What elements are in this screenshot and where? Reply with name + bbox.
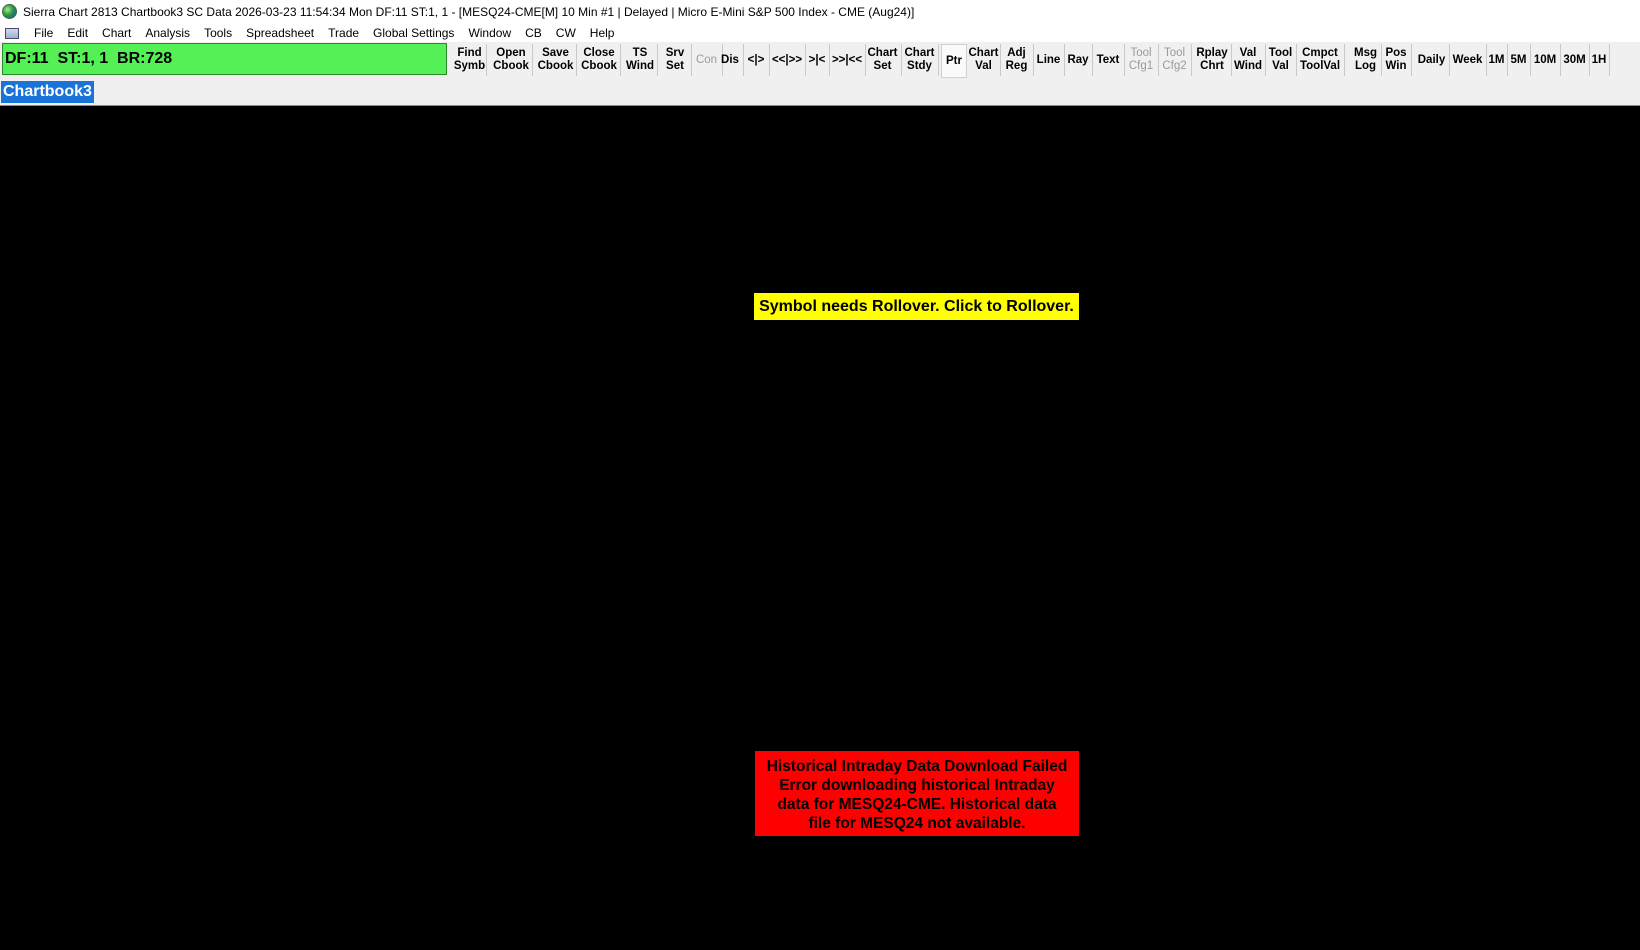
5-minute-button[interactable]: 5M — [1507, 44, 1531, 76]
1-hour-button[interactable]: 1H — [1589, 44, 1610, 76]
error-line: Historical Intraday Data Download Failed — [766, 758, 1068, 775]
tool-config2-button[interactable]: Tool Cfg2 — [1158, 44, 1192, 76]
menu-trade[interactable]: Trade — [321, 26, 366, 40]
chart-values-button[interactable]: Chart Val — [967, 44, 1001, 76]
ray-tool-button[interactable]: Ray — [1064, 44, 1093, 76]
save-chartbook-button[interactable]: Save Cbook — [535, 44, 577, 76]
pointer-tool-button[interactable]: Ptr — [941, 44, 967, 78]
close-chartbook-button[interactable]: Close Cbook — [578, 44, 621, 76]
error-line: Error downloading historical Intraday — [779, 777, 1055, 794]
menu-edit[interactable]: Edit — [60, 26, 95, 40]
status-readout: DF:11 ST:1, 1 BR:728 — [2, 43, 447, 75]
scroll-right-button[interactable]: >|< — [805, 44, 830, 76]
menu-chart[interactable]: Chart — [95, 26, 138, 40]
positions-window-button[interactable]: Pos Win — [1381, 44, 1412, 76]
replay-chart-button[interactable]: Rplay Chrt — [1193, 44, 1232, 76]
find-symbol-button[interactable]: Find Symb — [453, 44, 487, 76]
menu-spreadsheet[interactable]: Spreadsheet — [239, 26, 321, 40]
menu-cw[interactable]: CW — [549, 26, 583, 40]
message-log-button[interactable]: Msg Log — [1350, 44, 1382, 76]
expand-bars-button[interactable]: <<|>> — [769, 44, 806, 76]
error-line: file for MESQ24 not available. — [808, 815, 1026, 832]
time-sales-window-button[interactable]: TS Wind — [623, 44, 658, 76]
10-minute-button[interactable]: 10M — [1530, 44, 1561, 76]
chartbook-menu-icon[interactable] — [5, 27, 19, 39]
title-bar: Sierra Chart 2813 Chartbook3 SC Data 202… — [0, 0, 1640, 23]
chartbook-tab-row: Chartbook3 — [0, 78, 1640, 106]
weekly-timeframe-button[interactable]: Week — [1449, 44, 1487, 76]
menu-bar: File Edit Chart Analysis Tools Spreadshe… — [0, 23, 1640, 42]
daily-timeframe-button[interactable]: Daily — [1414, 44, 1450, 76]
tab-chartbook3[interactable]: Chartbook3 — [1, 81, 94, 103]
1-minute-button[interactable]: 1M — [1486, 44, 1508, 76]
menu-file[interactable]: File — [27, 26, 60, 40]
server-settings-button[interactable]: Srv Set — [659, 44, 692, 76]
menu-help[interactable]: Help — [583, 26, 622, 40]
rollover-banner[interactable]: Symbol needs Rollover. Click to Rollover… — [754, 293, 1079, 320]
scroll-center-button[interactable]: <|> — [743, 44, 770, 76]
download-error-message: Historical Intraday Data Download Failed… — [755, 751, 1079, 836]
chart-settings-button[interactable]: Chart Set — [864, 44, 902, 76]
menu-analysis[interactable]: Analysis — [138, 26, 197, 40]
menu-global-settings[interactable]: Global Settings — [366, 26, 461, 40]
control-bar: DF:11 ST:1, 1 BR:728 Find Symb Open Cbook… — [0, 42, 1640, 78]
menu-cb[interactable]: CB — [518, 26, 549, 40]
window-title: Sierra Chart 2813 Chartbook3 SC Data 202… — [23, 4, 915, 19]
open-chartbook-button[interactable]: Open Cbook — [490, 44, 533, 76]
text-tool-button[interactable]: Text — [1092, 44, 1125, 76]
tool-values-button[interactable]: Tool Val — [1265, 44, 1297, 76]
line-tool-button[interactable]: Line — [1033, 44, 1065, 76]
sierra-chart-globe-icon — [2, 4, 17, 19]
30-minute-button[interactable]: 30M — [1560, 44, 1590, 76]
compress-bars-button[interactable]: >>|<< — [829, 44, 866, 76]
tool-config1-button[interactable]: Tool Cfg1 — [1124, 44, 1159, 76]
values-window-button[interactable]: Val Wind — [1231, 44, 1266, 76]
adjust-region-button[interactable]: Adj Reg — [1000, 44, 1034, 76]
compact-tool-values-button[interactable]: Cmpct ToolVal — [1296, 44, 1345, 76]
menu-window[interactable]: Window — [461, 26, 518, 40]
disconnect-button[interactable]: Dis — [717, 44, 744, 76]
menu-tools[interactable]: Tools — [197, 26, 239, 40]
error-line: data for MESQ24-CME. Historical data — [777, 796, 1057, 813]
chart-studies-button[interactable]: Chart Stdy — [901, 44, 939, 76]
